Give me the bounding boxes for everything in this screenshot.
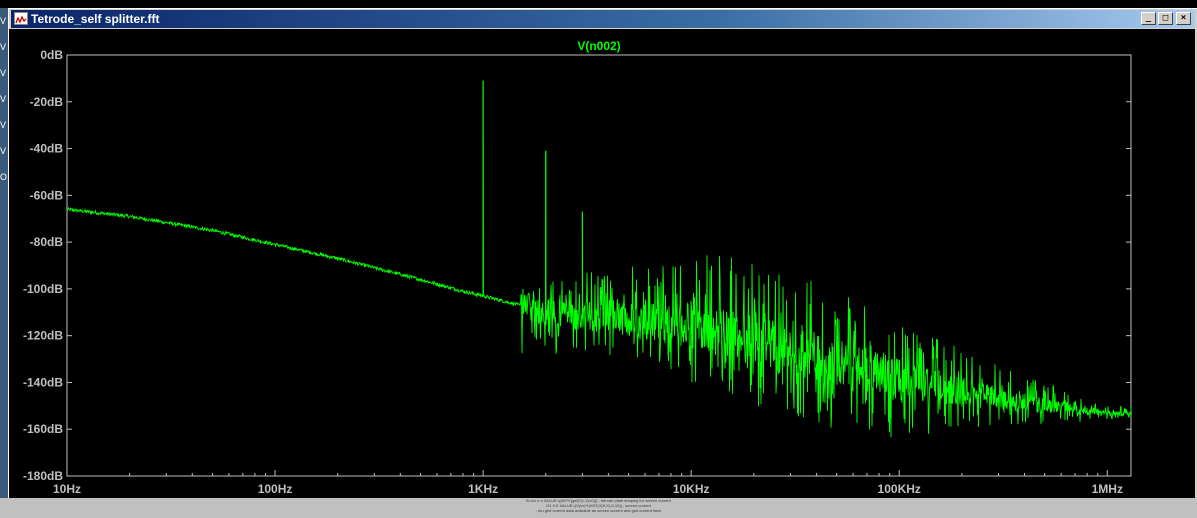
strip-letter: O — [0, 172, 8, 182]
title-bar[interactable]: Tetrode_self splitter.fft _ □ × — [11, 10, 1195, 28]
y-tick-label: -140dB — [23, 375, 63, 389]
strip-letter: V — [0, 68, 7, 78]
background-window-edge: V V V V V V O — [0, 8, 8, 518]
chart-title: V(n002) — [577, 39, 620, 53]
status-line: ; mu grid current data available as scre… — [535, 508, 662, 513]
x-tick-label: 100Hz — [258, 482, 293, 496]
fft-plot[interactable]: V(n002) 0dB -20dB -40dB -60dB -80dB -100dB -120… — [9, 29, 1195, 506]
status-area: B.xxx n n VALUE={(K0*V(gaf)*(1-V(x0))} ;… — [0, 498, 1197, 518]
window-title: Tetrode_self splitter.fft — [31, 12, 160, 26]
y-tick-label: 0dB — [40, 48, 63, 62]
strip-letter: V — [0, 94, 7, 104]
minimize-button[interactable]: _ — [1141, 12, 1156, 25]
maximize-button[interactable]: □ — [1158, 12, 1173, 25]
x-tick-label: 1MHz — [1092, 482, 1123, 496]
y-tick-label: -80dB — [30, 235, 64, 249]
waveform-icon — [14, 12, 28, 25]
close-button[interactable]: × — [1176, 12, 1191, 25]
desktop-background — [0, 0, 1197, 8]
strip-letter: V — [0, 16, 7, 26]
x-tick-label: 10KHz — [673, 482, 710, 496]
y-tick-label: -180dB — [23, 469, 63, 483]
y-tick-label: -40dB — [30, 142, 64, 156]
y-tick-label: -60dB — [30, 188, 64, 202]
strip-letter: V — [0, 146, 7, 156]
y-tick-label: -20dB — [30, 95, 64, 109]
x-tick-label: 10Hz — [53, 482, 81, 496]
y-tick-label: -100dB — [23, 282, 63, 296]
plot-background — [9, 29, 1195, 506]
y-tick-label: -160dB — [23, 422, 63, 436]
x-tick-label: 100KHz — [878, 482, 921, 496]
plot-window[interactable]: Tetrode_self splitter.fft _ □ × V(n002) 0… — [8, 8, 1197, 506]
strip-letter: V — [0, 42, 7, 52]
strip-letter: V — [0, 120, 7, 130]
y-tick-label: -120dB — [23, 329, 63, 343]
x-tick-label: 1KHz — [468, 482, 498, 496]
